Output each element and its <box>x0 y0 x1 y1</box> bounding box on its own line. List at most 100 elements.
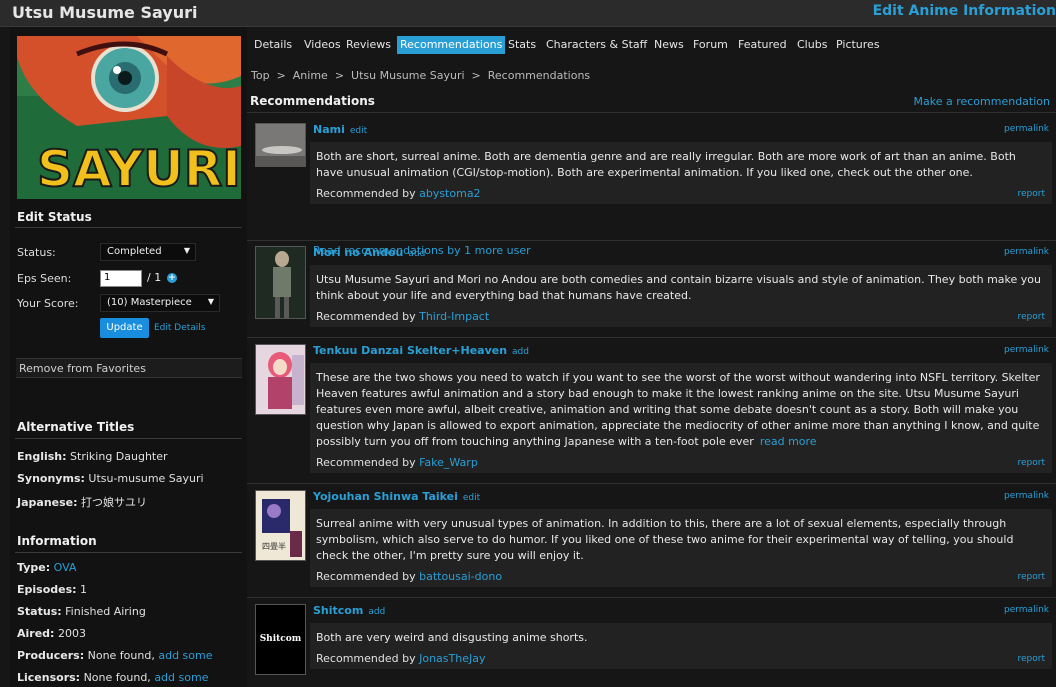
recommendation-thumbnail[interactable] <box>255 246 306 319</box>
left-sidebar: SAYURI Edit Status Status: Completed ▼ E… <box>10 27 247 687</box>
breadcrumb-separator: > <box>276 69 286 82</box>
recommender-link[interactable]: Fake_Warp <box>419 456 478 469</box>
tab-news[interactable]: News <box>651 36 687 54</box>
recommended-by-label: Recommended by <box>316 187 416 200</box>
permalink-link[interactable]: permalink <box>1004 491 1049 501</box>
divider <box>15 438 242 439</box>
producers-label: Producers: <box>17 649 85 662</box>
permalink-link[interactable]: permalink <box>1004 124 1049 134</box>
eps-seen-input[interactable]: 1 <box>100 270 142 287</box>
recommendation-add-link[interactable]: add <box>368 607 385 617</box>
tab-stats[interactable]: Stats <box>505 36 539 54</box>
divider <box>15 227 242 228</box>
breadcrumb-title[interactable]: Utsu Musume Sayuri <box>351 69 465 82</box>
tab-pictures[interactable]: Pictures <box>833 36 883 54</box>
synonyms-row: Synonyms: Utsu-musume Sayuri <box>17 472 204 485</box>
report-link[interactable]: report <box>1018 654 1046 664</box>
recommender-link[interactable]: Third-Impact <box>419 310 489 323</box>
tab-details[interactable]: Details <box>251 36 295 54</box>
tab-clubs[interactable]: Clubs <box>794 36 830 54</box>
licensors-row: Licensors: None found, add some <box>17 671 208 684</box>
alternative-titles-heading: Alternative Titles <box>17 420 135 434</box>
breadcrumb-top[interactable]: Top <box>251 69 270 82</box>
recommendation-item: 四畳半 Yojouhan Shinwa Taikei edit permalink… <box>247 490 1056 590</box>
add-producers-link[interactable]: add some <box>158 649 212 662</box>
permalink-link[interactable]: permalink <box>1004 605 1049 615</box>
status-select-value: Completed <box>107 246 162 257</box>
aired-value: 2003 <box>57 627 86 640</box>
thumbnail-text: Shitcom <box>259 634 302 644</box>
page-header: Utsu Musume Sayuri Edit Anime Informatio… <box>0 0 1056 27</box>
recommendation-title: Yojouhan Shinwa Taikei edit <box>313 490 480 503</box>
chevron-down-icon: ▼ <box>207 297 214 306</box>
recommendation-title-link[interactable]: Tenkuu Danzai Skelter+Heaven <box>313 344 507 357</box>
tab-forum[interactable]: Forum <box>690 36 731 54</box>
permalink-link[interactable]: permalink <box>1004 345 1049 355</box>
edit-status-heading: Edit Status <box>17 210 92 224</box>
report-link[interactable]: report <box>1018 312 1046 322</box>
report-link[interactable]: report <box>1018 572 1046 582</box>
japanese-label: Japanese: <box>17 496 78 509</box>
recommended-by: Recommended by Fake_Warp report <box>316 456 1046 469</box>
recommendations-heading: Recommendations <box>250 94 375 108</box>
recommender-link[interactable]: abystoma2 <box>419 187 480 200</box>
recommendation-text: These are the two shows you need to watc… <box>316 370 1046 450</box>
breadcrumb: Top > Anime > Utsu Musume Sayuri > Recommendat… <box>251 69 590 82</box>
tab-featured[interactable]: Featured <box>735 36 790 54</box>
report-link[interactable]: report <box>1018 458 1046 468</box>
poster-logo-text: SAYURI <box>37 140 241 198</box>
permalink-link[interactable]: permalink <box>1004 247 1049 257</box>
edit-details-link[interactable]: Edit Details <box>154 323 206 333</box>
recommendation-thumbnail[interactable]: 四畳半 <box>255 490 306 561</box>
tab-characters-staff[interactable]: Characters & Staff <box>543 36 650 54</box>
recommendation-title: Nami edit <box>313 123 367 136</box>
recommendation-edit-link[interactable]: edit <box>463 493 480 503</box>
english-label: English: <box>17 450 67 463</box>
tab-videos[interactable]: Videos <box>301 36 344 54</box>
page-title: Utsu Musume Sayuri <box>12 3 198 22</box>
recommendation-title-link[interactable]: Mori no Andou <box>313 246 403 259</box>
svg-text:四畳半: 四畳半 <box>262 541 286 551</box>
tab-reviews[interactable]: Reviews <box>343 36 394 54</box>
recommender-link[interactable]: JonasTheJay <box>419 652 485 665</box>
type-link[interactable]: OVA <box>54 561 77 574</box>
make-recommendation-link[interactable]: Make a recommendation <box>913 95 1050 108</box>
remove-from-favorites-button[interactable]: Remove from Favorites <box>16 358 242 378</box>
recommended-by: Recommended by Third-Impact report <box>316 310 1046 323</box>
divider <box>247 483 1056 484</box>
divider <box>247 112 1056 113</box>
anime-poster[interactable]: SAYURI <box>17 36 241 199</box>
add-licensors-link[interactable]: add some <box>154 671 208 684</box>
read-more-link[interactable]: read more <box>760 435 817 448</box>
recommendation-item: Mori no Andou add permalink Utsu Musume S… <box>247 246 1056 327</box>
recommendation-body: Both are short, surreal anime. Both are … <box>310 142 1052 204</box>
recommendation-title-link[interactable]: Shitcom <box>313 604 363 617</box>
increment-episode-icon[interactable]: + <box>167 273 177 283</box>
eps-total: / 1 <box>147 271 162 284</box>
report-link[interactable]: report <box>1018 189 1046 199</box>
recommendation-body: These are the two shows you need to watc… <box>310 363 1052 473</box>
edit-anime-info-link[interactable]: Edit Anime Information <box>873 3 1056 19</box>
recommendation-title-link[interactable]: Yojouhan Shinwa Taikei <box>313 490 458 503</box>
thumbnail-image <box>256 345 305 414</box>
recommendation-body: Surreal anime with very unusual types of… <box>310 509 1052 587</box>
divider <box>247 597 1056 598</box>
recommendation-thumbnail[interactable]: Shitcom <box>255 604 306 675</box>
tab-recommendations[interactable]: Recommendations <box>397 36 506 54</box>
synonyms-label: Synonyms: <box>17 472 85 485</box>
recommendation-thumbnail[interactable] <box>255 123 306 167</box>
breadcrumb-anime[interactable]: Anime <box>293 69 328 82</box>
recommendation-title-link[interactable]: Nami <box>313 123 345 136</box>
recommender-link[interactable]: battousai-dono <box>419 570 502 583</box>
recommendation-add-link[interactable]: add <box>512 347 529 357</box>
recommendation-edit-link[interactable]: edit <box>350 126 367 136</box>
recommendation-add-link[interactable]: add <box>408 249 425 259</box>
divider <box>15 552 242 553</box>
update-button[interactable]: Update <box>100 318 149 338</box>
score-select[interactable]: (10) Masterpiece ▼ <box>100 294 220 312</box>
recommendation-thumbnail[interactable] <box>255 344 306 415</box>
episodes-value: 1 <box>80 583 88 596</box>
thumbnail-image: 四畳半 <box>256 491 305 560</box>
status-select[interactable]: Completed ▼ <box>100 243 196 261</box>
main-content: Details Videos Reviews Recommendations S… <box>247 27 1056 687</box>
